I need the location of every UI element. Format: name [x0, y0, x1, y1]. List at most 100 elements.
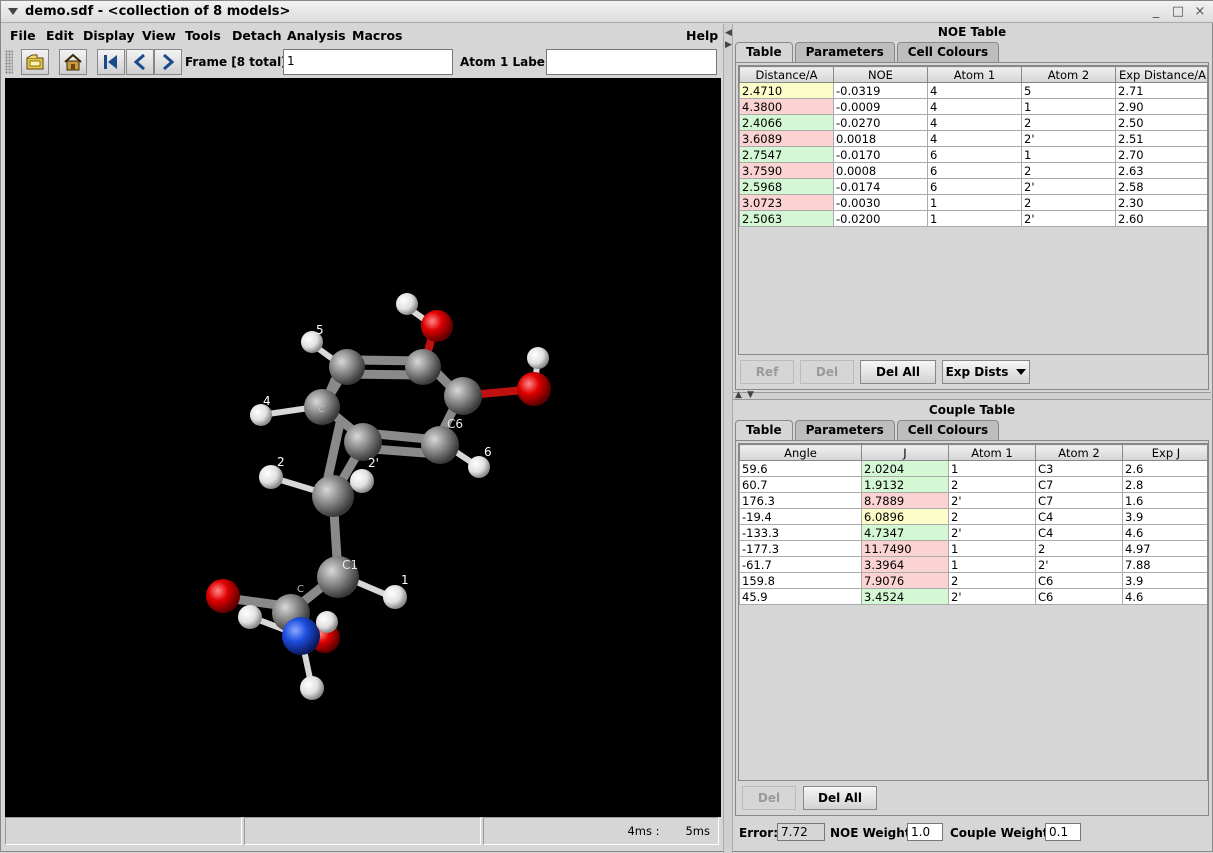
- table-cell[interactable]: 176.3: [739, 492, 862, 509]
- table-cell[interactable]: C6: [1035, 588, 1123, 605]
- noe-del-button[interactable]: Del: [800, 360, 854, 384]
- table-cell[interactable]: 2': [1021, 178, 1116, 195]
- table-cell[interactable]: 6.0896: [861, 508, 949, 525]
- splitter-up-icon[interactable]: ▲: [735, 390, 742, 400]
- table-cell[interactable]: 1.9132: [861, 476, 949, 493]
- table-cell[interactable]: 3.4524: [861, 588, 949, 605]
- table-cell[interactable]: 4: [927, 130, 1022, 147]
- split-divider[interactable]: ◀ ▶: [723, 24, 733, 853]
- table-cell[interactable]: 2: [948, 508, 1036, 525]
- noe-column-header[interactable]: Atom 2: [1021, 66, 1116, 83]
- table-cell[interactable]: 4.6: [1122, 588, 1207, 605]
- table-cell[interactable]: -0.0170: [833, 146, 928, 163]
- molecule-render[interactable]: 5 4 2 2' C6 6 C1 1 C C: [5, 78, 721, 817]
- couple-column-header[interactable]: Exp J: [1122, 444, 1207, 461]
- noe-column-header[interactable]: Atom 1: [927, 66, 1022, 83]
- table-cell[interactable]: 159.8: [739, 572, 862, 589]
- couple-column-header[interactable]: Atom 2: [1035, 444, 1123, 461]
- table-cell[interactable]: -19.4: [739, 508, 862, 525]
- maximize-button[interactable]: □: [1170, 4, 1186, 19]
- table-row[interactable]: 59.6 2.0204 1 C3 2.6: [739, 460, 1207, 477]
- window-menu-icon[interactable]: [7, 5, 19, 17]
- table-cell[interactable]: -0.0009: [833, 98, 928, 115]
- table-cell[interactable]: 2': [948, 524, 1036, 541]
- table-cell[interactable]: 6: [927, 178, 1022, 195]
- table-cell[interactable]: C6: [1035, 572, 1123, 589]
- table-cell[interactable]: 2.0204: [861, 460, 949, 477]
- noe-del-all-button[interactable]: Del All: [860, 360, 936, 384]
- table-cell[interactable]: 2.71: [1115, 82, 1207, 99]
- couple-tab-parameters[interactable]: Parameters: [794, 420, 895, 440]
- table-cell[interactable]: 4: [927, 98, 1022, 115]
- noe-tab-cell-colours[interactable]: Cell Colours: [896, 42, 1000, 62]
- table-cell[interactable]: 2.5968: [739, 178, 834, 195]
- table-cell[interactable]: 1.6: [1122, 492, 1207, 509]
- table-cell[interactable]: 3.0723: [739, 194, 834, 211]
- table-splitter[interactable]: ▲ ▼: [733, 390, 1211, 400]
- menu-detach[interactable]: Detach: [232, 28, 282, 43]
- table-cell[interactable]: 1: [1021, 146, 1116, 163]
- menu-display[interactable]: Display: [83, 28, 135, 43]
- menu-tools[interactable]: Tools: [185, 28, 221, 43]
- couple-column-header[interactable]: J: [861, 444, 949, 461]
- noe-column-header[interactable]: Exp Distance/A: [1115, 66, 1207, 83]
- table-cell[interactable]: 2.58: [1115, 178, 1207, 195]
- table-cell[interactable]: 2': [1035, 556, 1123, 573]
- table-cell[interactable]: C7: [1035, 476, 1123, 493]
- table-cell[interactable]: C4: [1035, 508, 1123, 525]
- table-cell[interactable]: 4.6: [1122, 524, 1207, 541]
- toolbar-grip[interactable]: [5, 50, 13, 74]
- table-cell[interactable]: 11.7490: [861, 540, 949, 557]
- table-cell[interactable]: 2: [948, 572, 1036, 589]
- atom-label-input[interactable]: [546, 49, 717, 75]
- table-cell[interactable]: -0.0174: [833, 178, 928, 195]
- table-row[interactable]: 60.7 1.9132 2 C7 2.8: [739, 476, 1207, 493]
- table-cell[interactable]: 2.60: [1115, 210, 1207, 227]
- table-cell[interactable]: 2.5063: [739, 210, 834, 227]
- next-frame-button[interactable]: [154, 49, 182, 75]
- open-button[interactable]: [21, 49, 49, 75]
- exp-dists-dropdown[interactable]: Exp Dists: [942, 360, 1030, 384]
- table-cell[interactable]: -61.7: [739, 556, 862, 573]
- menu-view[interactable]: View: [142, 28, 176, 43]
- couple-column-header[interactable]: Angle: [739, 444, 862, 461]
- table-cell[interactable]: 5: [1021, 82, 1116, 99]
- table-cell[interactable]: 3.9: [1122, 572, 1207, 589]
- table-cell[interactable]: 2.4710: [739, 82, 834, 99]
- table-cell[interactable]: 45.9: [739, 588, 862, 605]
- table-cell[interactable]: 4.3800: [739, 98, 834, 115]
- menu-file[interactable]: File: [10, 28, 36, 43]
- table-cell[interactable]: 1: [927, 210, 1022, 227]
- table-row[interactable]: 176.3 8.7889 2' C7 1.6: [739, 492, 1207, 509]
- table-cell[interactable]: 2.6: [1122, 460, 1207, 477]
- table-cell[interactable]: 2: [1035, 540, 1123, 557]
- table-cell[interactable]: 6: [927, 146, 1022, 163]
- frame-input[interactable]: 1: [283, 49, 453, 75]
- table-cell[interactable]: 2.50: [1115, 114, 1207, 131]
- table-cell[interactable]: 2.4066: [739, 114, 834, 131]
- noe-column-header[interactable]: Distance/A: [739, 66, 834, 83]
- menu-help[interactable]: Help: [686, 28, 718, 43]
- collapse-right-icon[interactable]: ▶: [725, 40, 732, 50]
- table-row[interactable]: -177.3 11.7490 1 2 4.97: [739, 540, 1207, 557]
- table-cell[interactable]: -0.0319: [833, 82, 928, 99]
- table-cell[interactable]: 2': [1021, 130, 1116, 147]
- table-cell[interactable]: 1: [948, 556, 1036, 573]
- table-cell[interactable]: 3.9: [1122, 508, 1207, 525]
- table-cell[interactable]: 2': [1021, 210, 1116, 227]
- table-row[interactable]: -61.7 3.3964 1 2' 7.88: [739, 556, 1207, 573]
- table-cell[interactable]: 2.51: [1115, 130, 1207, 147]
- table-cell[interactable]: -133.3: [739, 524, 862, 541]
- table-cell[interactable]: 2: [1021, 194, 1116, 211]
- table-row[interactable]: 4.3800 -0.0009 4 1 2.90: [739, 98, 1207, 115]
- table-cell[interactable]: 4.97: [1122, 540, 1207, 557]
- table-cell[interactable]: 4: [927, 114, 1022, 131]
- close-button[interactable]: ×: [1192, 4, 1208, 19]
- table-cell[interactable]: C4: [1035, 524, 1123, 541]
- couple-tab-cell-colours[interactable]: Cell Colours: [896, 420, 1000, 440]
- table-cell[interactable]: 2: [1021, 162, 1116, 179]
- table-cell[interactable]: -0.0200: [833, 210, 928, 227]
- table-cell[interactable]: 2.90: [1115, 98, 1207, 115]
- table-cell[interactable]: 2.7547: [739, 146, 834, 163]
- table-cell[interactable]: C7: [1035, 492, 1123, 509]
